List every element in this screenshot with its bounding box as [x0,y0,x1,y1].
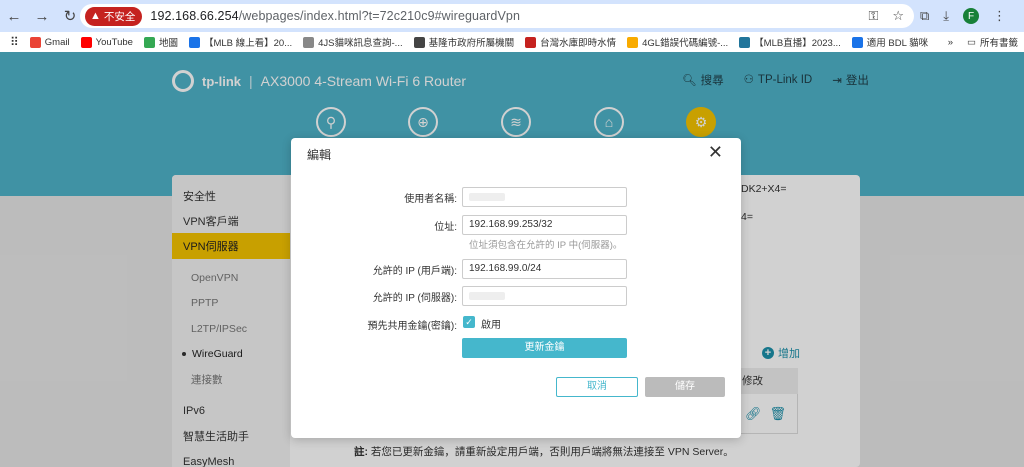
more-bookmarks-icon[interactable]: » [948,37,953,48]
bookmark-item[interactable]: 4GL錯誤代碼編號-... [627,35,728,49]
bookmark-item[interactable]: 【MLB直播】2023... [739,35,841,49]
insecure-label: 不安全 [103,10,136,23]
update-key-button[interactable]: 更新金鑰 [462,338,627,358]
dialog-title: 編輯 [307,148,332,162]
psk-enable-checkbox[interactable]: ✓ [463,316,475,328]
apps-icon[interactable]: ⠿ [10,35,19,49]
warning-icon: ▲ [90,10,101,22]
allowed-ip-server-label: 允許的 IP (伺服器): [372,293,457,304]
edit-dialog: 編輯 ✕ 使用者名稱: 位址: 192.168.99.253/32 位址須包含在… [291,138,741,438]
address-hint: 位址須包含在允許的 IP 中(伺服器)。 [469,240,623,251]
bookmark-item[interactable]: YouTube [80,35,133,49]
bookmark-item[interactable]: 基隆市政府所屬機關 [413,35,514,49]
bookmark-item[interactable]: 4JS貓咪訊息查詢-... [303,35,403,49]
bookmark-favicon-icon [627,36,639,48]
folder-icon: ▭ [967,36,976,48]
allowed-ip-client-label: 允許的 IP (用戶端): [372,266,457,277]
redacted-value [469,292,505,300]
bookmark-item[interactable]: 適用 BDL 貓咪 [851,35,928,49]
username-label: 使用者名稱: [404,194,457,205]
all-bookmarks-folder[interactable]: ▭ 所有書籤 [967,35,1018,50]
allowed-ip-client-input[interactable]: 192.168.99.0/24 [462,259,627,279]
cancel-button[interactable]: 取消 [556,377,638,397]
psk-label: 預先共用金鑰(密鑰): [367,321,457,332]
bookmark-item[interactable]: 台灣水庫即時水情 [525,35,616,49]
save-button[interactable]: 儲存 [645,377,725,397]
bookmark-favicon-icon [29,36,41,48]
url-path: /webpages/index.html?t=72c210c9#wireguar… [238,9,521,23]
bookmark-favicon-icon [413,36,425,48]
address-input[interactable]: 192.168.99.253/32 [462,215,627,235]
bookmarks-bar: ⠿ Gmail YouTube 地圖 【MLB 線上看】20... 4JS貓咪訊息查詢-… [0,32,1024,52]
back-icon[interactable]: ← [0,2,28,30]
bookmark-favicon-icon [739,36,751,48]
bookmark-favicon-icon [188,36,200,48]
insecure-badge[interactable]: ▲ 不安全 [85,6,143,26]
star-icon[interactable]: ☆ [892,8,904,24]
bookmark-favicon-icon [303,36,315,48]
key-icon[interactable]: ⚿ [868,8,878,24]
url-text[interactable]: 192.168.66.254/webpages/index.html?t=72c… [150,9,520,23]
allowed-ip-server-input[interactable] [462,286,627,306]
bookmark-favicon-icon [851,36,863,48]
close-icon[interactable]: ✕ [708,142,723,163]
bookmark-item[interactable]: Gmail [29,35,70,49]
menu-icon[interactable]: ⋮ [993,8,1006,24]
bookmark-favicon-icon [143,36,155,48]
bookmark-item[interactable]: 地圖 [143,35,178,49]
address-label: 位址: [434,222,457,233]
download-icon[interactable]: ⤓ [943,8,949,24]
profile-avatar[interactable]: F [963,8,980,24]
url-host: 192.168.66.254 [150,9,239,23]
bookmark-item[interactable]: 【MLB 線上看】20... [188,35,292,49]
address-bar[interactable]: ▲ 不安全 192.168.66.254/webpages/index.html… [80,4,914,28]
bookmark-favicon-icon [525,36,537,48]
username-input[interactable] [462,187,627,207]
redacted-value [469,193,505,201]
forward-icon[interactable]: → [28,2,56,30]
extensions-icon[interactable]: ⧉ [920,8,929,24]
bookmark-favicon-icon [80,36,92,48]
psk-enable-label: 啟用 [481,320,501,331]
